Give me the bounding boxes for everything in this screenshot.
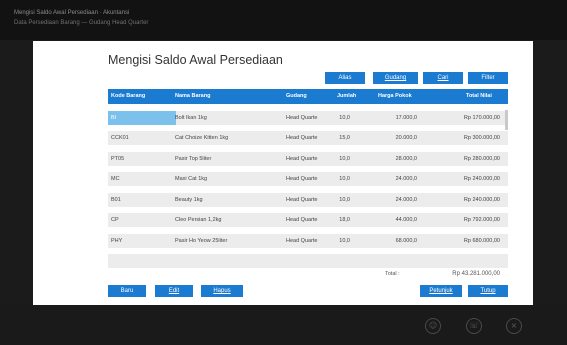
cell-jumlah: 10,0 [339,237,350,244]
table-row[interactable]: CCK01 Cat Choize Kitten 1kg Head Quarte … [108,131,508,145]
cari-button[interactable]: Cari [423,72,463,84]
cell-total: Rp 240.000,00 [463,176,500,182]
cell-jumlah: 10,0 [339,176,350,182]
main-panel: Mengisi Saldo Awal Persediaan Alias Guda… [33,41,533,307]
cell-gudang: Head Quarte [286,196,318,203]
page-title: Mengisi Saldo Awal Persediaan [108,53,283,67]
cell-nama: Maxi Cat 1kg [175,176,208,182]
cell-harga: 68.000,0 [395,237,417,244]
cell-kode: PHY [111,237,123,244]
cell-harga: 44.000,0 [395,217,417,223]
phone-icon[interactable]: ☏ [466,318,482,334]
user-icon[interactable]: ☺ [425,318,441,334]
petunjuk-button[interactable]: Petunjuk [420,285,462,297]
cell-jumlah: 10,0 [339,155,350,162]
column-harga-pokok[interactable]: Harga Pokok [378,93,412,99]
alias-button[interactable]: Alias [325,72,365,84]
cell-nama: Cleo Persian 1,2kg [175,217,222,223]
top-bar: Mengisi Saldo Awal Persediaan · Akuntans… [0,0,567,40]
cell-jumlah: 10,0 [339,196,350,203]
total-value: Rp 43.281.000,00 [452,271,500,277]
cell-harga: 20.000,0 [395,135,417,141]
data-grid: Kode Barang Nama Barang Gudang Jumlah Ha… [108,89,508,268]
total-label: Total : [385,271,400,277]
close-circle-icon[interactable]: × [506,318,522,334]
cell-kode: CP [111,217,119,223]
grid-scrollbar[interactable] [505,110,508,130]
cell-gudang: Head Quarte [286,114,318,121]
cell-kode: MC [111,176,120,182]
cell-kode: B01 [111,196,121,203]
cell-nama: Pasir Ho Yeow 25liter [175,237,228,244]
filter-button[interactable]: Filter [468,72,508,84]
cell-harga: 28.000,0 [395,155,417,162]
cell-total: Rp 792.000,00 [463,217,500,223]
cell-total: Rp 300.000,00 [463,135,500,141]
table-row[interactable]: MC Maxi Cat 1kg Head Quarte 10,0 24.000,… [108,172,508,186]
baru-button[interactable]: Baru [108,285,146,297]
table-row[interactable]: CP Cleo Persian 1,2kg Head Quarte 18,0 4… [108,213,508,227]
edit-button[interactable]: Edit [155,285,193,297]
cell-jumlah: 15,0 [339,135,350,141]
cell-harga: 24.000,0 [395,196,417,203]
cell-total: Rp 240.000,00 [463,196,500,203]
cell-nama: Bolt Ikan 1kg [175,114,207,121]
cell-jumlah: 10,0 [339,114,350,121]
tutup-button[interactable]: Tutup [468,285,508,297]
cell-nama: Cat Choize Kitten 1kg [175,135,229,141]
table-row[interactable]: PHY Pasir Ho Yeow 25liter Head Quarte 10… [108,233,508,248]
window-title: Mengisi Saldo Awal Persediaan · Akuntans… [14,10,130,16]
cell-nama: Beauty 1kg [175,196,203,203]
cell-gudang: Head Quarte [286,155,318,162]
column-total-nilai[interactable]: Total Nilai [466,93,492,99]
table-header: Kode Barang Nama Barang Gudang Jumlah Ha… [108,89,508,104]
cell-kode: PT05 [111,155,125,162]
cell-total: Rp 280.000,00 [463,155,500,162]
window-subtitle: Data Persediaan Barang — Gudang Head Qua… [14,20,149,26]
column-nama-barang[interactable]: Nama Barang [175,93,210,99]
cell-harga: 17.000,0 [395,114,417,121]
table-row-empty[interactable] [108,254,508,268]
cell-total: Rp 170.000,00 [463,114,500,121]
table-row[interactable]: PT05 Pasir Top 5liter Head Quarte 10,0 2… [108,151,508,166]
column-gudang[interactable]: Gudang [286,93,307,99]
hapus-button[interactable]: Hapus [201,285,243,297]
cell-harga: 24.000,0 [395,176,417,182]
selected-cell[interactable]: BI [108,110,176,125]
cell-gudang: Head Quarte [286,135,318,141]
table-row[interactable]: B01 Beauty 1kg Head Quarte 10,0 24.000,0… [108,192,508,207]
cell-gudang: Head Quarte [286,176,318,182]
cell-kode: CCK01 [111,135,129,141]
cell-gudang: Head Quarte [286,217,318,223]
column-jumlah[interactable]: Jumlah [337,93,356,99]
cell-gudang: Head Quarte [286,237,318,244]
cell-jumlah: 18,0 [339,217,350,223]
column-kode-barang[interactable]: Kode Barang [111,93,145,99]
gudang-button[interactable]: Gudang [373,72,418,84]
table-row[interactable]: BI Bolt Ikan 1kg Head Quarte 10,0 17.000… [108,110,508,125]
cell-total: Rp 680.000,00 [463,237,500,244]
cell-nama: Pasir Top 5liter [175,155,212,162]
